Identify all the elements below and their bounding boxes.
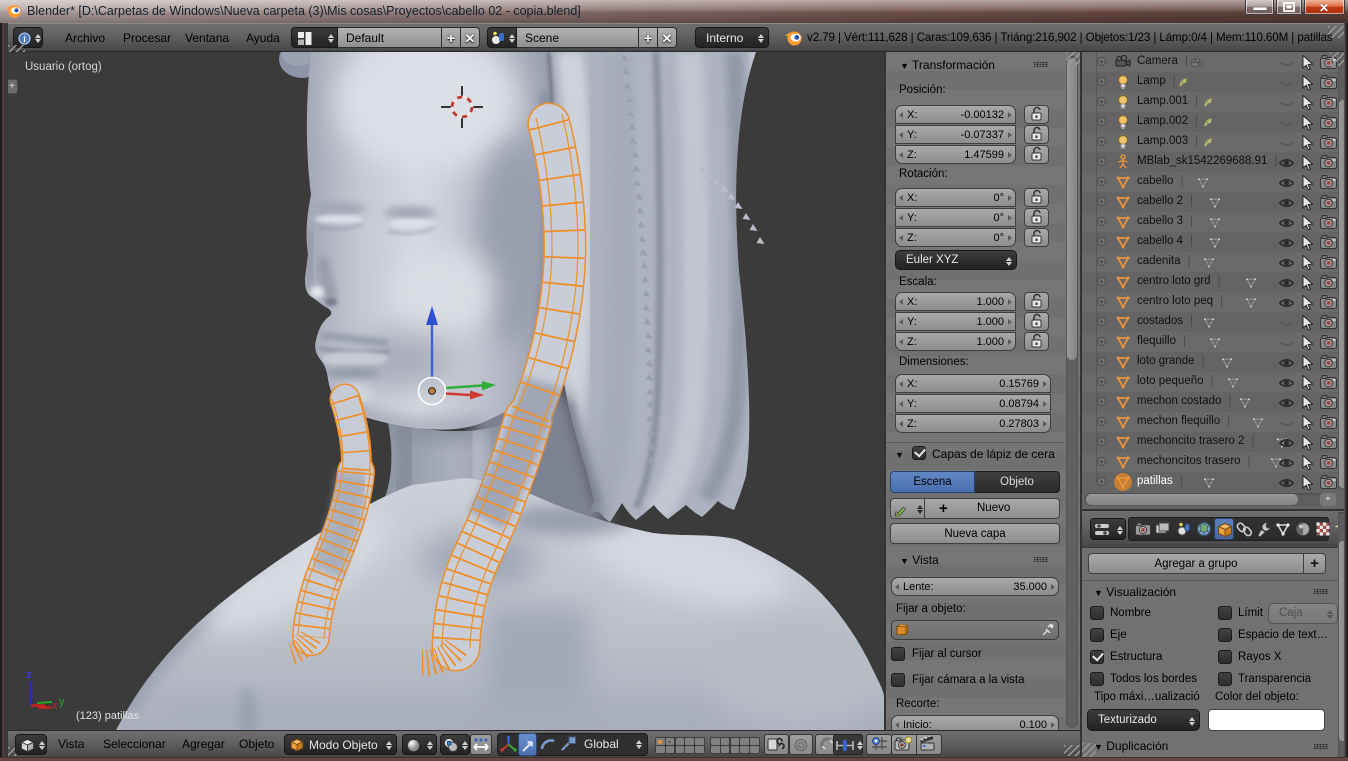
svg-text:x: x — [52, 700, 58, 712]
svg-text:z: z — [26, 669, 32, 681]
svg-text:i: i — [23, 34, 26, 44]
svg-text:y: y — [59, 696, 65, 708]
